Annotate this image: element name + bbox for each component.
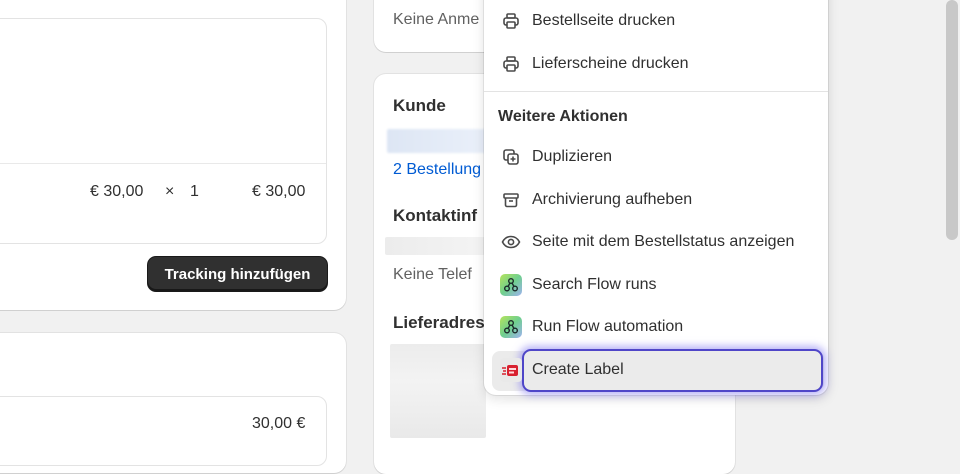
flow-app-icon <box>500 316 522 338</box>
menu-item-view-order-status[interactable]: Seite mit dem Bestellstatus anzeigen <box>498 224 818 260</box>
contact-email-redacted <box>385 237 485 255</box>
menu-item-label: Seite mit dem Bestellstatus anzeigen <box>532 233 795 250</box>
menu-item-run-flow-automation[interactable]: Run Flow automation <box>498 309 818 345</box>
menu-item-unarchive[interactable]: Archivierung aufheben <box>498 182 818 218</box>
menu-item-label: Create Label <box>532 361 624 378</box>
printer-icon <box>500 10 522 32</box>
shipping-title: Lieferadres <box>393 313 485 332</box>
times-sign: × <box>165 183 175 200</box>
menu-item-label: Search Flow runs <box>532 276 657 293</box>
menu-item-create-label[interactable]: Create Label <box>498 352 818 388</box>
menu-item-label: Run Flow automation <box>532 318 684 335</box>
menu-section-heading: Weitere Aktionen <box>498 108 628 125</box>
eye-icon <box>500 231 522 253</box>
orders-link[interactable]: 2 Bestellung <box>393 161 481 179</box>
payment-amount: 30,00 € <box>252 415 306 432</box>
customer-title: Kunde <box>393 96 446 115</box>
menu-item-label: Duplizieren <box>532 148 613 165</box>
contact-title: Kontaktinf <box>393 206 478 225</box>
unit-price: € 30,00 <box>90 183 144 200</box>
menu-item-duplicate[interactable]: Duplizieren <box>498 139 818 175</box>
menu-item-label: Bestellseite drucken <box>532 12 676 29</box>
duplicate-icon <box>500 146 522 168</box>
notes-empty-text: Keine Anme <box>393 11 480 28</box>
menu-item-print-order-page[interactable]: Bestellseite drucken <box>498 3 818 39</box>
line-item-divider <box>0 163 326 164</box>
shipping-address-redacted <box>390 344 486 438</box>
menu-item-search-flow-runs[interactable]: Search Flow runs <box>498 267 818 303</box>
menu-item-label: Archivierung aufheben <box>532 191 693 208</box>
menu-item-label: Lieferscheine drucken <box>532 55 689 72</box>
add-tracking-button[interactable]: Tracking hinzufügen <box>148 257 327 291</box>
line-item-box <box>0 18 327 244</box>
printer-icon <box>500 53 522 75</box>
flow-app-icon <box>500 274 522 296</box>
scrollbar-thumb[interactable] <box>946 0 958 240</box>
label-app-icon <box>500 358 522 382</box>
quantity: 1 <box>190 183 199 200</box>
menu-item-print-packing-slips[interactable]: Lieferscheine drucken <box>498 46 818 82</box>
menu-divider <box>484 91 828 92</box>
customer-name-redacted <box>387 129 487 153</box>
line-total: € 30,00 <box>252 183 306 200</box>
no-phone-text: Keine Telef <box>393 266 472 283</box>
archive-icon <box>500 189 522 211</box>
